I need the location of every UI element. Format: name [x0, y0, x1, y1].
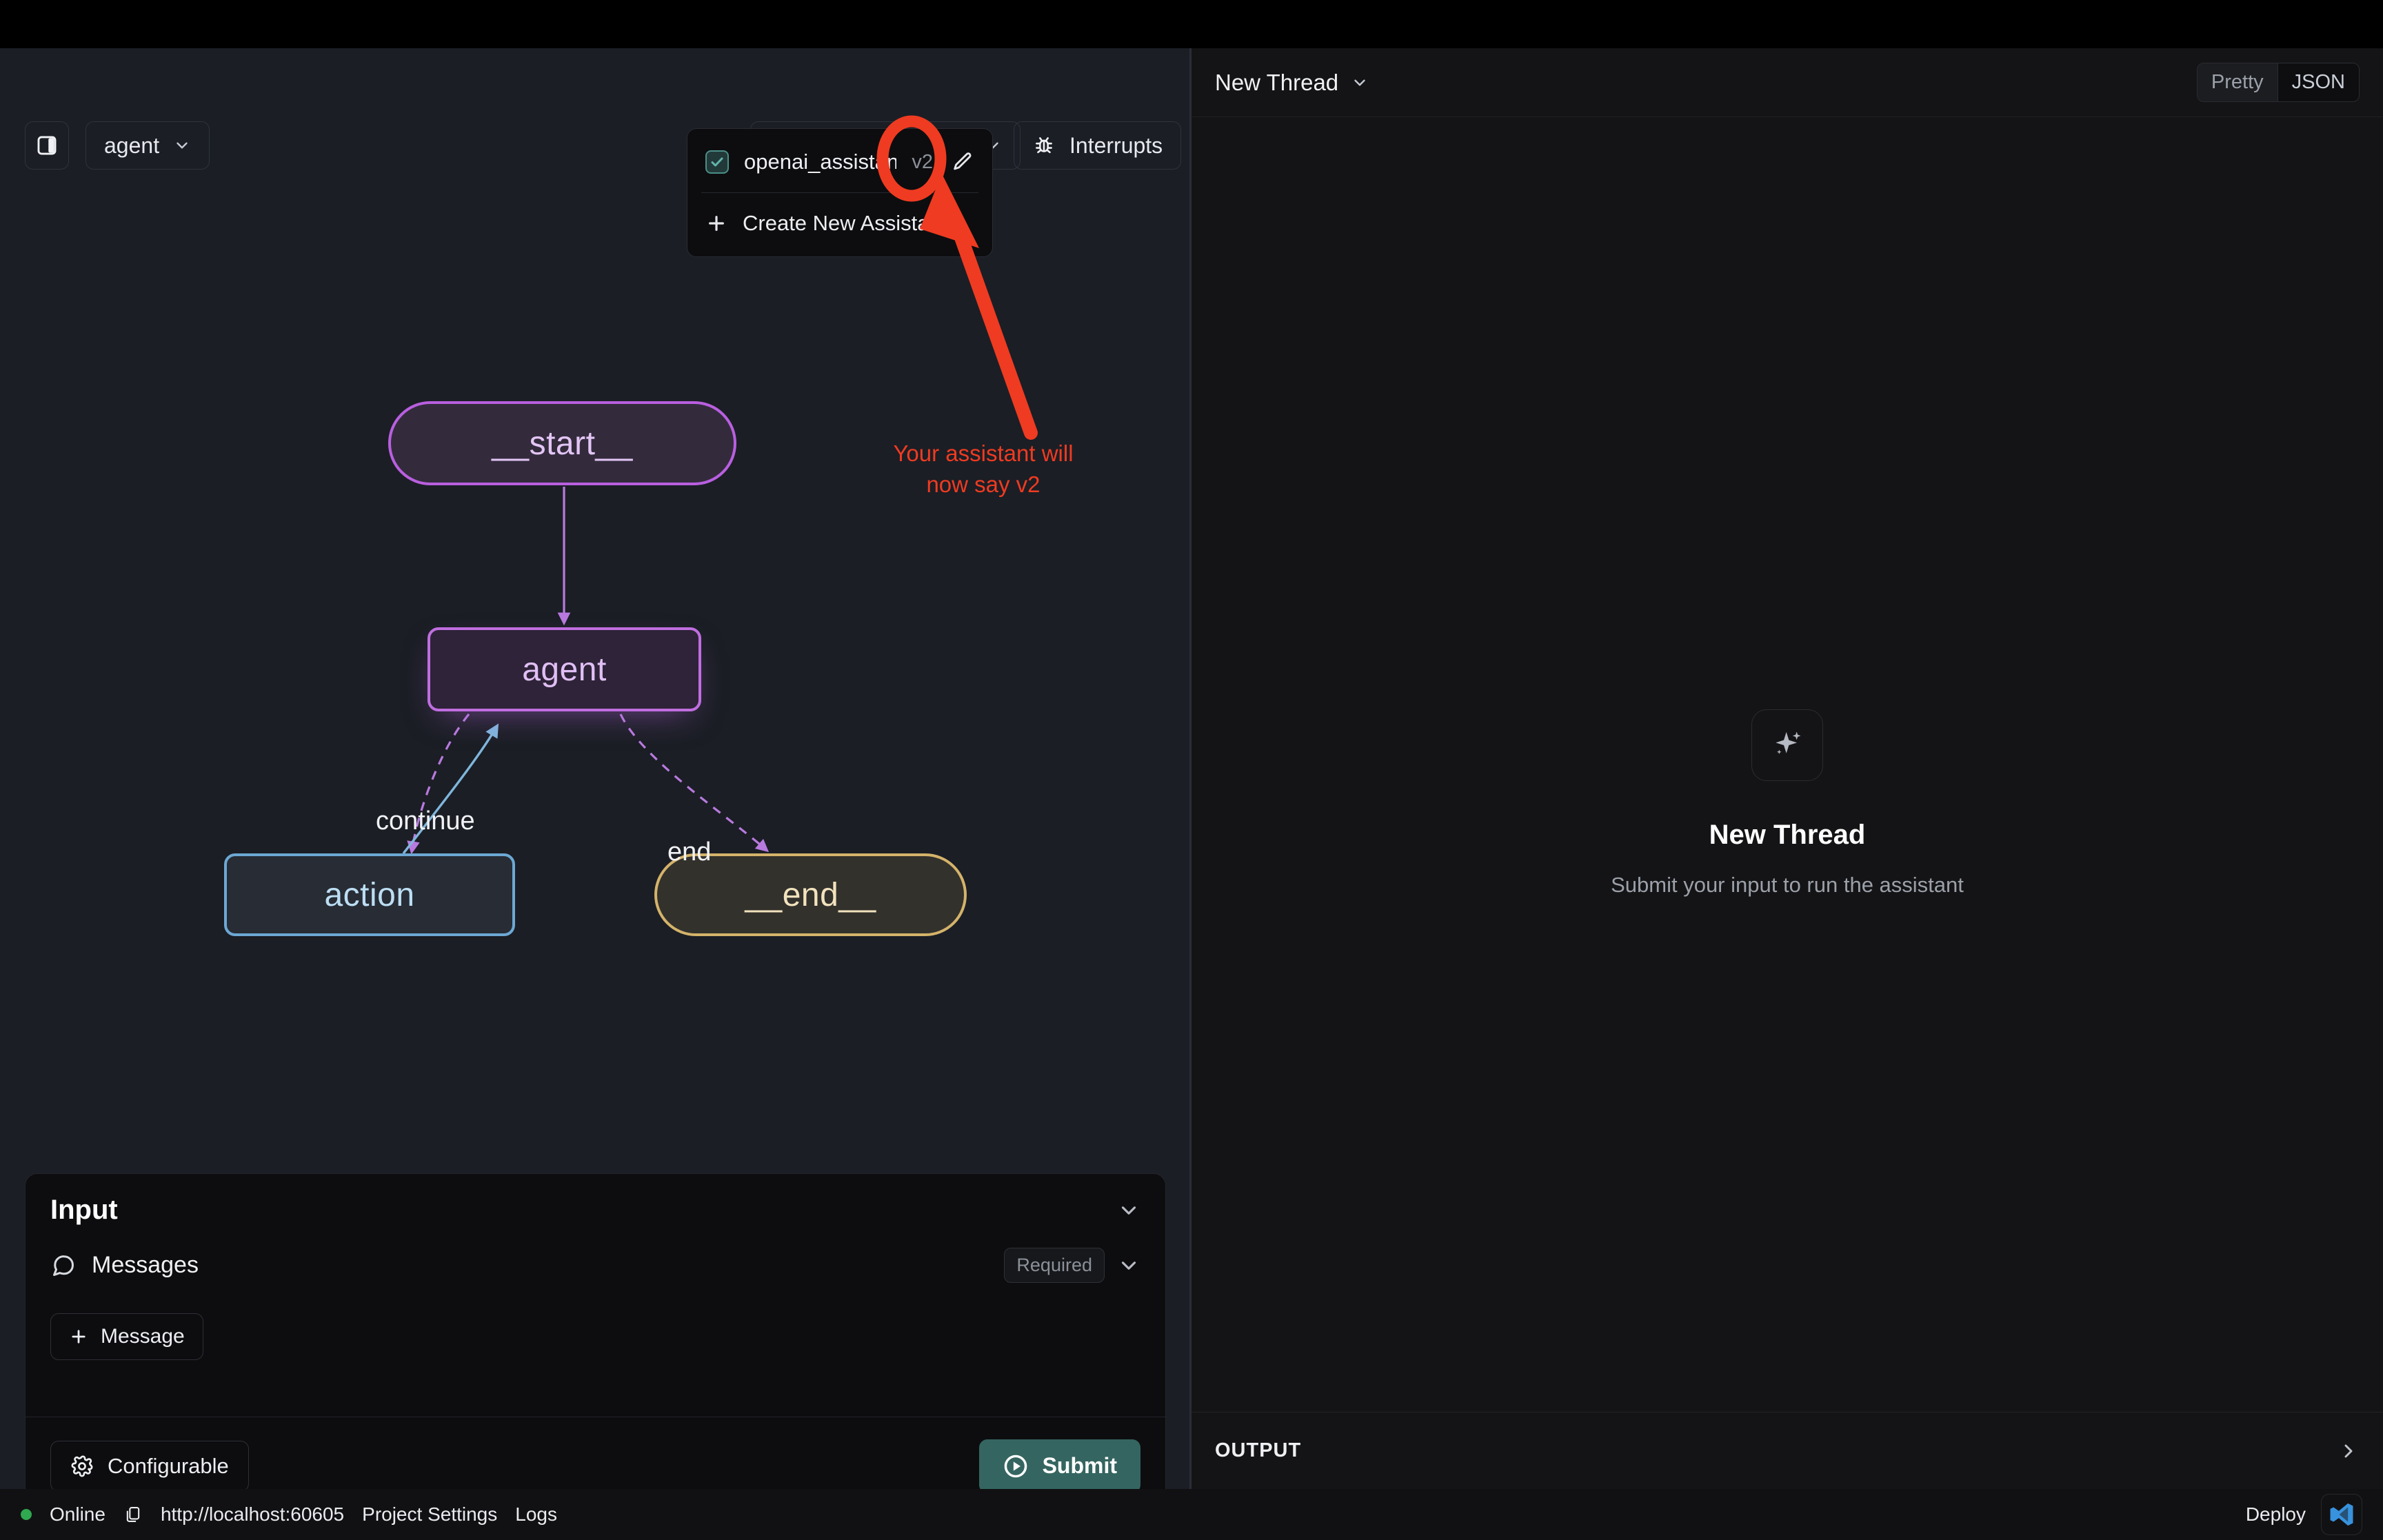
assistant-dropdown-item[interactable]: openai_assistant v2	[687, 137, 992, 187]
messages-field-label: Messages	[92, 1252, 199, 1278]
thread-pane: New Thread Pretty JSON New Thread Submit…	[1192, 48, 2383, 1489]
required-badge: Required	[1004, 1248, 1105, 1283]
create-new-assistant-item[interactable]: Create New Assistant	[687, 199, 992, 248]
chevron-down-icon[interactable]	[1117, 1254, 1140, 1277]
gear-icon	[71, 1455, 93, 1477]
thread-header: New Thread Pretty JSON	[1192, 48, 2383, 117]
graph-node-start[interactable]: __start__	[388, 401, 736, 485]
assistant-dropdown-menu: openai_assistant v2 Create New Assistant	[687, 128, 993, 257]
sparkles-icon	[1776, 731, 1801, 754]
output-label: OUTPUT	[1215, 1439, 1302, 1461]
input-panel: Input Messages Required Message Configur…	[25, 1173, 1166, 1515]
graph-toolbar: agent openai_assistant v2	[0, 48, 1189, 170]
status-right-group: Deploy	[2246, 1494, 2362, 1535]
configurable-label: Configurable	[108, 1453, 229, 1478]
window-titlebar	[0, 0, 2383, 48]
graph-node-agent[interactable]: agent	[428, 627, 701, 711]
create-new-assistant-label: Create New Assistant	[743, 211, 947, 235]
add-message-label: Message	[101, 1325, 185, 1348]
graph-node-label: action	[324, 876, 415, 913]
thread-selector[interactable]: New Thread	[1215, 70, 1369, 96]
graph-node-label: __end__	[745, 876, 876, 913]
check-icon	[711, 157, 723, 167]
chevron-down-icon[interactable]	[1117, 1199, 1140, 1222]
app-window: agent openai_assistant v2	[0, 0, 2383, 1540]
project-settings-link[interactable]: Project Settings	[362, 1503, 497, 1526]
plus-icon	[72, 1330, 86, 1344]
view-mode-json[interactable]: JSON	[2277, 63, 2359, 101]
edge-label-continue: continue	[376, 807, 475, 835]
workspace: agent openai_assistant v2	[0, 48, 2383, 1515]
assistant-dropdown-item-label: openai_assistant	[744, 150, 897, 174]
vscode-icon	[2330, 1503, 2353, 1526]
sparkles-icon-box	[1751, 709, 1823, 781]
message-bubble-icon	[53, 1255, 74, 1276]
graph-node-action[interactable]: action	[224, 853, 515, 936]
submit-button[interactable]: Submit	[978, 1439, 1140, 1493]
view-mode-toggle: Pretty JSON	[2196, 63, 2360, 102]
chevron-right-icon	[2344, 1444, 2353, 1457]
deploy-button[interactable]: Deploy	[2246, 1503, 2306, 1526]
submit-label: Submit	[1042, 1453, 1117, 1478]
input-panel-header: Input	[26, 1174, 1165, 1228]
status-left-group: Online http://localhost:60605 Project Se…	[21, 1503, 557, 1526]
messages-field-left: Messages	[50, 1252, 199, 1279]
add-message-button[interactable]: Message	[50, 1313, 203, 1360]
graph-node-label: __start__	[492, 425, 633, 462]
thread-name-label: New Thread	[1215, 69, 1339, 95]
graph-pane: agent openai_assistant v2	[0, 48, 1189, 1515]
logs-link[interactable]: Logs	[515, 1503, 557, 1526]
status-bar: Online http://localhost:60605 Project Se…	[0, 1489, 2383, 1540]
online-status-dot	[21, 1509, 32, 1520]
messages-field-right: Required	[1004, 1248, 1140, 1283]
plus-icon	[709, 216, 724, 231]
output-bar[interactable]: OUTPUT	[1192, 1412, 2383, 1489]
dropdown-divider	[701, 192, 978, 193]
thread-empty-state: New Thread Submit your input to run the …	[1192, 117, 2383, 1489]
assistant-dropdown-item-version: v2	[912, 150, 933, 173]
online-status-label: Online	[50, 1503, 105, 1525]
play-circle-icon	[1004, 1455, 1027, 1477]
chevron-down-icon	[1354, 79, 1365, 85]
copy-icon[interactable]	[123, 1505, 143, 1524]
server-url-label[interactable]: http://localhost:60605	[161, 1503, 344, 1526]
view-mode-pretty[interactable]: Pretty	[2197, 63, 2278, 101]
configurable-button[interactable]: Configurable	[50, 1440, 249, 1492]
graph-canvas[interactable]: __start__ agent action __end__ continue …	[0, 117, 1189, 1165]
edge-agent-end	[619, 713, 770, 853]
pencil-icon[interactable]	[951, 150, 974, 174]
assistant-checkbox[interactable]	[705, 150, 729, 174]
edge-label-end: end	[667, 838, 712, 867]
graph-node-label: agent	[522, 651, 607, 688]
messages-field-row: Messages Required	[26, 1228, 1165, 1283]
empty-state-title: New Thread	[1709, 819, 1866, 850]
input-panel-title: Input	[50, 1195, 118, 1225]
open-in-vscode-button[interactable]	[2321, 1494, 2362, 1535]
empty-state-subtitle: Submit your input to run the assistant	[1611, 872, 1964, 897]
